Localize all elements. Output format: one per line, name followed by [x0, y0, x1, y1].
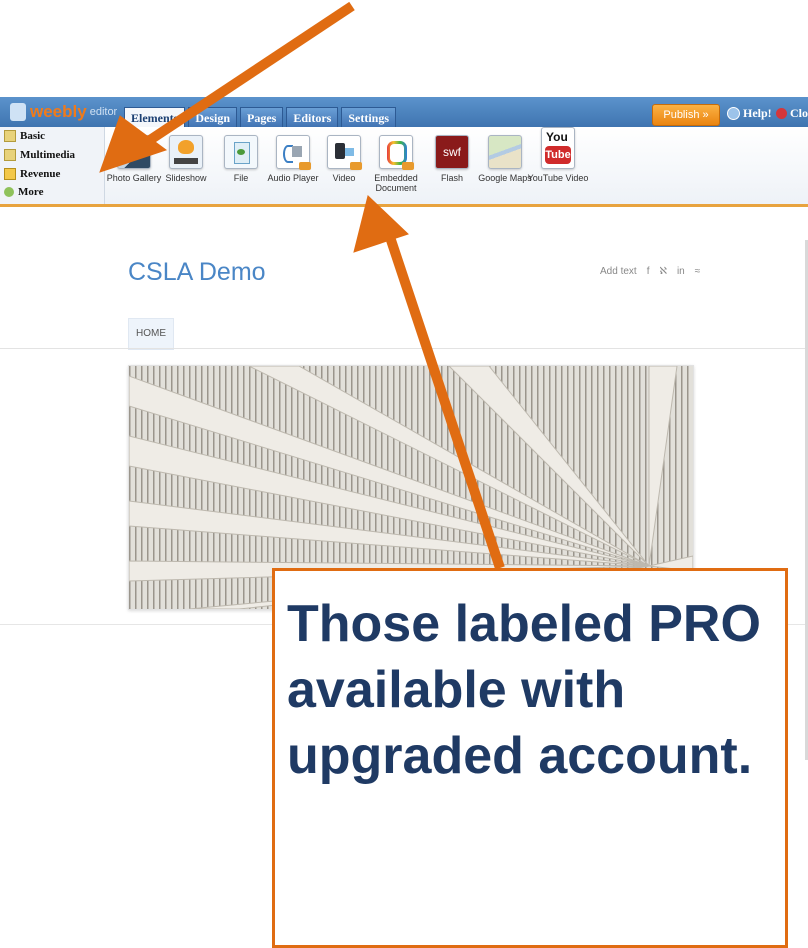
- callout-text: Those labeled PRO available with upgrade…: [287, 595, 761, 785]
- callout-box: Those labeled PRO available with upgrade…: [272, 568, 788, 948]
- arrow-head-multimedia: [99, 115, 168, 173]
- arrow-to-elements: [380, 220, 505, 570]
- arrow-head-elements: [353, 195, 409, 253]
- arrow-to-multimedia: [147, 1, 355, 145]
